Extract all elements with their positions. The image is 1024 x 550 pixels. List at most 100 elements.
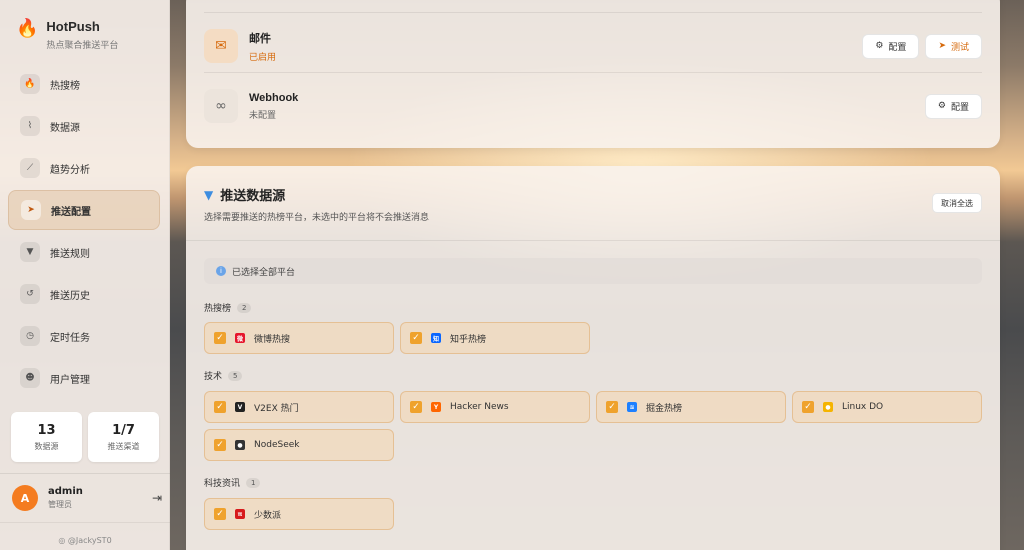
- section-title: ▼ 推送数据源: [204, 185, 286, 205]
- push-channels-card: ✉ 邮件 已启用 ⚙ 配置 ➤ 测试 ∞ Webhook 未配置 ⚙ 配置: [186, 0, 1000, 148]
- source-chip-hackernews[interactable]: ✓ Y Hacker News: [400, 391, 590, 423]
- sidebar-item-hot-search[interactable]: 🔥 热搜榜: [8, 64, 160, 104]
- checkbox-checked-icon: ✓: [606, 401, 618, 413]
- send-icon: ➤: [21, 200, 41, 220]
- checkbox-checked-icon: ✓: [802, 401, 814, 413]
- sidebar-item-push-history[interactable]: ↺ 推送历史: [8, 274, 160, 314]
- checkbox-checked-icon: ✓: [410, 401, 422, 413]
- stat-label: 数据源: [34, 441, 59, 451]
- config-button[interactable]: ⚙ 配置: [862, 33, 920, 59]
- github-icon: ◎: [58, 536, 66, 545]
- sidebar-item-user-management[interactable]: ☻ 用户管理: [8, 358, 160, 398]
- brand: 🔥 HotPush 热点聚合推送平台: [16, 18, 118, 51]
- sidebar-item-label: 用户管理: [50, 374, 90, 386]
- sidebar-item-scheduled-tasks[interactable]: ◷ 定时任务: [8, 316, 160, 356]
- source-name: 微博热搜: [254, 334, 291, 345]
- send-icon: ➤: [938, 41, 946, 51]
- source-name: 掘金热榜: [646, 403, 683, 414]
- mail-icon: ✉: [204, 29, 238, 63]
- source-chip-linuxdo[interactable]: ✓ ● Linux DO: [792, 391, 982, 423]
- channel-row-webhook: ∞ Webhook 未配置 ⚙ 配置: [204, 77, 982, 135]
- group-label-hot-search: 热搜榜 2: [204, 301, 252, 314]
- group-count-badge: 5: [228, 370, 243, 381]
- sidebar-item-data-sources[interactable]: ⌇ 数据源: [8, 106, 160, 146]
- logout-icon[interactable]: ⇥: [152, 491, 162, 505]
- button-label: 测试: [950, 42, 969, 53]
- source-chip-weibo[interactable]: ✓ 微 微博热搜: [204, 322, 394, 354]
- source-name: NodeSeek: [254, 440, 300, 450]
- button-label: 配置: [888, 42, 907, 53]
- divider: [0, 473, 170, 474]
- trend-icon: ⟋: [20, 158, 40, 178]
- source-chip-nodeseek[interactable]: ✓ ● NodeSeek: [204, 429, 394, 461]
- sspai-icon: π: [235, 509, 245, 519]
- sidebar-item-label: 趋势分析: [50, 164, 90, 176]
- weibo-icon: 微: [235, 333, 245, 343]
- source-chip-sspai[interactable]: ✓ π 少数派: [204, 498, 394, 530]
- sidebar-nav: 🔥 热搜榜 ⌇ 数据源 ⟋ 趋势分析 ➤ 推送配置 ▼ 推送规则 ↺ 推送历史 …: [8, 64, 160, 400]
- sidebar-item-label: 推送历史: [50, 290, 90, 302]
- stats-panel: 13 数据源 1/7 推送渠道: [11, 412, 159, 462]
- channel-name: 邮件: [249, 32, 271, 45]
- sidebar-item-label: 推送规则: [50, 248, 90, 260]
- group-label-tech-news: 科技资讯 1: [204, 476, 261, 489]
- sidebar: 🔥 HotPush 热点聚合推送平台 🔥 热搜榜 ⌇ 数据源 ⟋ 趋势分析 ➤ …: [0, 0, 170, 550]
- user-profile: A admin 管理员 ⇥: [12, 485, 162, 511]
- source-chip-zhihu[interactable]: ✓ 知 知乎热榜: [400, 322, 590, 354]
- gear-icon: ⚙: [937, 101, 946, 111]
- push-sources-card: ▼ 推送数据源 选择需要推送的热榜平台，未选中的平台将不会推送消息 取消全选 i…: [186, 166, 1000, 550]
- link-icon: ∞: [204, 89, 238, 123]
- sidebar-item-label: 推送配置: [51, 206, 91, 218]
- sidebar-item-trend-analysis[interactable]: ⟋ 趋势分析: [8, 148, 160, 188]
- config-button[interactable]: ⚙ 配置: [924, 93, 982, 119]
- github-link[interactable]: ◎ @JackyST0: [0, 536, 170, 545]
- source-name: V2EX 热门: [254, 403, 299, 414]
- rss-icon: ⌇: [20, 116, 40, 136]
- linuxdo-icon: ●: [823, 402, 833, 412]
- filter-icon: ▼: [204, 187, 214, 202]
- group-count-badge: 2: [237, 302, 252, 313]
- hackernews-icon: Y: [431, 402, 441, 412]
- divider: [204, 72, 982, 73]
- users-icon: ☻: [20, 368, 40, 388]
- channel-row-email: ✉ 邮件 已启用 ⚙ 配置 ➤ 测试: [204, 17, 982, 75]
- avatar: A: [12, 485, 38, 511]
- channel-status: 已启用: [249, 52, 277, 63]
- checkbox-checked-icon: ✓: [410, 332, 422, 344]
- checkbox-checked-icon: ✓: [214, 439, 226, 451]
- sidebar-item-label: 热搜榜: [50, 80, 80, 92]
- section-description: 选择需要推送的热榜平台，未选中的平台将不会推送消息: [204, 213, 430, 223]
- channel-status: 未配置: [249, 110, 277, 121]
- test-button[interactable]: ➤ 测试: [925, 33, 982, 59]
- group-name: 技术: [204, 372, 223, 382]
- flame-icon: 🔥: [20, 74, 40, 94]
- source-chip-juejin[interactable]: ✓ ≋ 掘金热榜: [596, 391, 786, 423]
- app-subtitle: 热点聚合推送平台: [46, 41, 119, 51]
- button-label: 配置: [950, 102, 969, 113]
- deselect-all-button[interactable]: 取消全选: [932, 193, 982, 213]
- user-name: admin: [48, 486, 83, 497]
- divider: [186, 240, 1000, 241]
- stat-value: 1/7: [112, 422, 135, 438]
- group-label-tech: 技术 5: [204, 369, 243, 382]
- source-name: 知乎热榜: [450, 334, 487, 345]
- sidebar-item-push-rules[interactable]: ▼ 推送规则: [8, 232, 160, 272]
- source-chip-v2ex[interactable]: ✓ V V2EX 热门: [204, 391, 394, 423]
- sidebar-item-push-config[interactable]: ➤ 推送配置: [8, 190, 160, 230]
- checkbox-checked-icon: ✓: [214, 508, 226, 520]
- section-title-text: 推送数据源: [220, 189, 286, 204]
- group-count-badge: 1: [246, 477, 261, 488]
- group-name: 科技资讯: [204, 479, 241, 489]
- sidebar-item-label: 定时任务: [50, 332, 90, 344]
- filter-icon: ▼: [20, 242, 40, 262]
- stat-push-channels: 1/7 推送渠道: [88, 412, 159, 462]
- app-name: HotPush: [46, 19, 100, 34]
- source-name: Linux DO: [842, 402, 884, 412]
- v2ex-icon: V: [235, 402, 245, 412]
- checkbox-checked-icon: ✓: [214, 332, 226, 344]
- info-icon: i: [216, 266, 226, 276]
- group-name: 热搜榜: [204, 304, 232, 314]
- selection-info: i 已选择全部平台: [204, 258, 982, 284]
- source-name: Hacker News: [450, 402, 509, 412]
- github-handle: @JackyST0: [67, 536, 112, 545]
